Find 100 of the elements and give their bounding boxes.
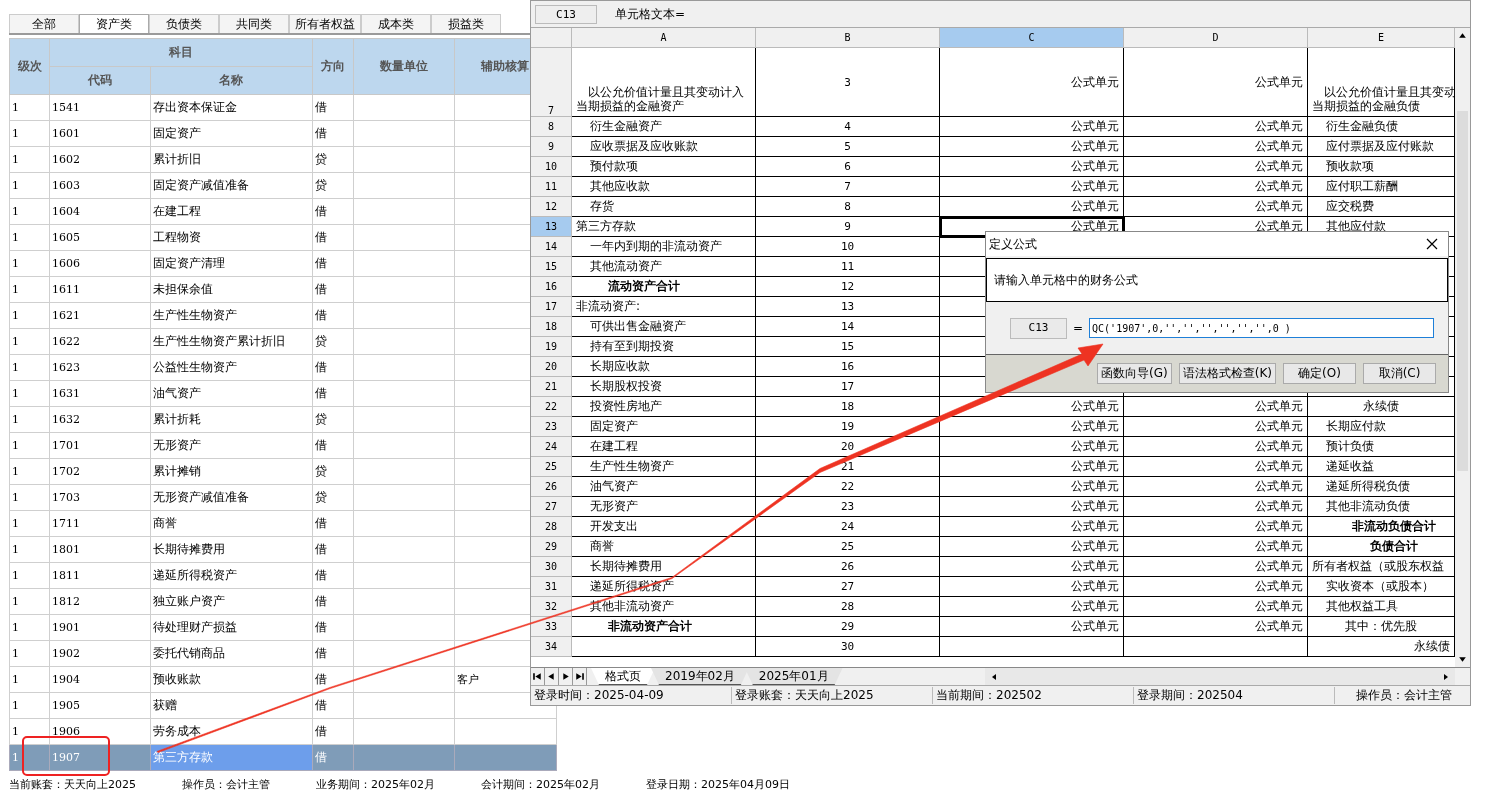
table-cell: 借 [312,562,354,589]
table-cell: 长期应收款 [572,357,756,377]
dialog-button[interactable]: 语法格式检查(K) [1178,363,1276,384]
row-header[interactable]: 18 [531,317,572,337]
sheet-tab[interactable]: 格式页 [591,668,655,685]
table-cell: 18 [756,397,940,417]
table-cell[interactable]: 未担保余值 [150,276,312,303]
scrollbar[interactable] [985,668,1455,685]
sheet-tab[interactable]: 2019年02月 [651,668,749,685]
status-text: 会计期间：2025年02月 [481,777,600,792]
table-cell: 6 [756,157,940,177]
table-cell[interactable]: 递延所得税资产 [150,562,312,589]
table-cell[interactable]: 商誉 [150,510,312,537]
dialog-button[interactable]: 取消(C) [1363,363,1436,384]
row-header[interactable]: 34 [531,637,572,657]
row-header[interactable]: 26 [531,477,572,497]
row-header[interactable]: 32 [531,597,572,617]
table-cell[interactable]: 在建工程 [150,198,312,225]
category-tab[interactable]: 全部 [9,14,79,33]
dialog-button[interactable]: 函数向导(G) [1097,363,1172,384]
table-cell: 15 [756,337,940,357]
row-header[interactable]: 17 [531,297,572,317]
table-cell: 其他应收款 [572,177,756,197]
table-cell[interactable]: 无形资产减值准备 [150,484,312,511]
table-cell[interactable]: 固定资产 [150,120,312,147]
row-header[interactable]: 13 [531,217,572,237]
table-cell: 1 [9,406,50,433]
row-header[interactable]: 21 [531,377,572,397]
row-header[interactable]: 33 [531,617,572,637]
category-tab[interactable]: 资产类 [79,14,149,33]
row-header[interactable]: 28 [531,517,572,537]
table-cell[interactable]: 固定资产减值准备 [150,172,312,199]
row-header[interactable]: 22 [531,397,572,417]
table-cell[interactable]: 委托代销商品 [150,640,312,667]
previous-icon[interactable] [545,668,559,685]
row-header[interactable]: 15 [531,257,572,277]
column-header[interactable]: A [572,28,756,48]
table-cell: 1702 [49,458,151,485]
row-header[interactable]: 8 [531,117,572,137]
row-header[interactable]: 16 [531,277,572,297]
row-header[interactable]: 9 [531,137,572,157]
category-tab[interactable]: 负债类 [149,14,219,33]
column-header[interactable]: B [756,28,940,48]
table-cell[interactable]: 公益性生物资产 [150,354,312,381]
row-header[interactable]: 14 [531,237,572,257]
row-header[interactable]: 20 [531,357,572,377]
row-header[interactable]: 31 [531,577,572,597]
row-header[interactable]: 24 [531,437,572,457]
column-header[interactable]: E [1308,28,1455,48]
table-cell[interactable]: 待处理财产损益 [150,614,312,641]
scroll-down-icon[interactable] [1457,654,1468,665]
table-cell[interactable]: 无形资产 [150,432,312,459]
table-cell[interactable]: 累计摊销 [150,458,312,485]
last-page-icon[interactable] [573,668,587,685]
close-icon[interactable] [1426,238,1438,250]
table-cell[interactable]: 预收账款 [150,666,312,693]
sheet-tab[interactable]: 2025年01月 [744,668,843,685]
status-text: 登录期间：202504 [1134,687,1335,704]
dialog-button[interactable]: 确定(O) [1283,363,1356,384]
table-cell[interactable]: 累计折耗 [150,406,312,433]
row-header[interactable]: 25 [531,457,572,477]
category-tab[interactable]: 共同类 [219,14,289,33]
first-page-icon[interactable] [531,668,545,685]
table-cell[interactable]: 工程物资 [150,224,312,251]
table-cell: 公式单元 [940,177,1124,197]
table-cell[interactable]: 生产性生物资产 [150,302,312,329]
row-header[interactable]: 12 [531,197,572,217]
table-cell: 1622 [49,328,151,355]
category-tab[interactable]: 损益类 [431,14,501,33]
table-cell[interactable]: 生产性生物资产累计折旧 [150,328,312,355]
category-tab[interactable]: 所有者权益 [289,14,361,33]
row-header[interactable]: 29 [531,537,572,557]
category-tab[interactable]: 成本类 [361,14,431,33]
row-header[interactable]: 19 [531,337,572,357]
table-cell: 借 [312,354,354,381]
table-cell[interactable]: 累计折旧 [150,146,312,173]
formula-field[interactable]: QC('1907',0,'','','','','','',0 ) [1089,318,1435,338]
row-header[interactable]: 11 [531,177,572,197]
table-cell: 无形资产 [572,497,756,517]
table-cell[interactable]: 独立账户资产 [150,588,312,615]
row-header[interactable]: 23 [531,417,572,437]
status-text: 操作员：会计主管 [1355,687,1453,704]
column-header[interactable]: D [1124,28,1308,48]
table-cell[interactable]: 长期待摊费用 [150,536,312,563]
row-header[interactable]: 10 [531,157,572,177]
scroll-up-icon[interactable] [1457,30,1468,41]
column-header[interactable]: C [940,28,1124,48]
table-cell: 5 [756,137,940,157]
row-header[interactable]: 27 [531,497,572,517]
table-cell: 3 [756,48,940,117]
table-cell: 16 [756,357,940,377]
table-cell: 可供出售金融资产 [572,317,756,337]
table-cell[interactable]: 存出资本保证金 [150,94,312,121]
table-cell: 10 [756,237,940,257]
column-header: 级次 [9,38,50,95]
table-cell[interactable]: 固定资产清理 [150,250,312,277]
row-header[interactable]: 7 [531,48,572,117]
row-header[interactable]: 30 [531,557,572,577]
table-cell[interactable]: 油气资产 [150,380,312,407]
table-cell: 公式单元 [940,497,1124,517]
